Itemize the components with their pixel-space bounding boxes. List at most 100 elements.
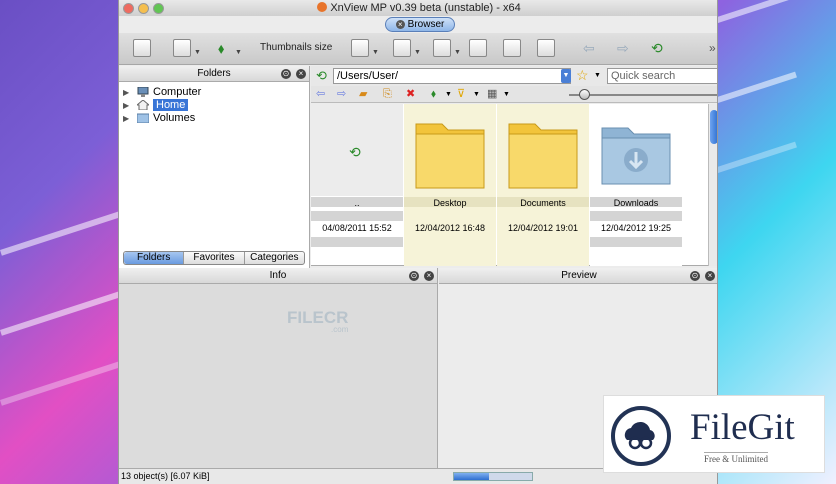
chevron-down-icon[interactable]: ▼ [454, 49, 461, 56]
filegit-watermark: FileGit Free & Unlimited [603, 395, 825, 473]
browser-tab[interactable]: × Browser [385, 17, 455, 32]
chevron-down-icon[interactable]: ▼ [445, 88, 452, 101]
fullscreen-icon[interactable] [133, 39, 151, 57]
chevron-down-icon[interactable]: ▼ [372, 49, 379, 56]
app-icon [317, 2, 328, 12]
caption-bar [311, 237, 403, 247]
caption-bar [590, 211, 682, 221]
folder-icon [415, 123, 485, 189]
sort-icon[interactable]: ⬧ [431, 88, 436, 101]
computer-icon [137, 87, 149, 97]
quick-search-input[interactable]: Quick search [607, 68, 717, 84]
address-bar: ⟲ /Users/User/ ▼ ☆ ▼ Quick search [311, 66, 717, 86]
file-item-parent[interactable]: ⟲ .. 04/08/2011 15:52 [311, 104, 403, 266]
close-tab-icon[interactable]: × [395, 20, 405, 29]
preview-pane-header: Preview ⊙ × [439, 268, 717, 284]
folders-pane-header: Folders ⊙ × [119, 66, 309, 82]
downloads-folder-icon [601, 127, 671, 185]
copy-icon[interactable]: ⎘ [383, 88, 392, 101]
forward-icon[interactable]: ⇨ [337, 88, 346, 101]
tree-icon[interactable] [433, 39, 451, 57]
close-icon[interactable]: × [705, 271, 715, 281]
filter-icon[interactable] [351, 39, 369, 57]
chevron-down-icon[interactable]: ▼ [194, 49, 201, 56]
file-item-documents[interactable]: Documents 12/04/2012 19:01 [497, 104, 589, 266]
vertical-scrollbar[interactable] [708, 104, 717, 266]
folders-pane-title: Folders [197, 68, 231, 79]
tree-item-computer[interactable]: ▶ Computer [119, 86, 309, 99]
slideshow-icon[interactable] [537, 39, 555, 57]
star-icon[interactable]: ☆ [576, 67, 589, 84]
tab-folders[interactable]: Folders [124, 252, 185, 264]
close-icon[interactable]: × [296, 69, 306, 79]
progress-fill [454, 473, 490, 480]
screen-icon[interactable] [469, 39, 487, 57]
more-icon[interactable]: » [709, 39, 716, 57]
chevron-down-icon[interactable]: ▼ [503, 88, 510, 101]
detach-icon[interactable]: ⊙ [690, 271, 700, 281]
home-icon [137, 100, 149, 110]
new-folder-icon[interactable]: ▰ [359, 88, 367, 101]
file-item-downloads[interactable]: Downloads 12/04/2012 19:25 [590, 104, 682, 266]
folders-pane-tabs: Folders Favorites Categories [123, 251, 305, 265]
chevron-right-icon[interactable]: ▶ [123, 86, 129, 99]
view-mode-icon[interactable] [173, 39, 191, 57]
zoom-window-button[interactable] [153, 3, 164, 14]
progress-bar [453, 472, 533, 481]
path-input[interactable]: /Users/User/ [333, 68, 571, 84]
info-pane-title: Info [269, 270, 287, 281]
path-dropdown-icon[interactable]: ▼ [561, 69, 571, 83]
detach-icon[interactable]: ⊙ [281, 69, 291, 79]
tab-favorites[interactable]: Favorites [184, 252, 245, 264]
filecr-watermark: FILECR .com [287, 308, 348, 334]
chevron-right-icon[interactable]: ▶ [123, 99, 129, 112]
filegit-title: FileGit [690, 407, 795, 448]
filter-icon[interactable]: ⊽ [457, 88, 465, 101]
file-item-desktop[interactable]: Desktop 12/04/2012 16:48 [404, 104, 496, 266]
scrollbar-thumb[interactable] [710, 110, 717, 144]
tab-categories[interactable]: Categories [245, 252, 304, 264]
file-date: 12/04/2012 19:25 [600, 223, 672, 233]
sort-icon[interactable]: ⬧ [218, 39, 224, 57]
thumbnail: ⟲ [311, 104, 403, 196]
go-up-icon[interactable]: ⟲ [316, 68, 327, 84]
back-icon[interactable]: ⇦ [316, 88, 325, 101]
close-window-button[interactable] [123, 3, 134, 14]
chevron-right-icon[interactable]: ▶ [123, 112, 129, 125]
folder-tree: ▶ Computer ▶ Home ▶ Volumes [119, 82, 309, 125]
minimize-window-button[interactable] [138, 3, 149, 14]
thumbnail-size-slider[interactable] [569, 94, 717, 96]
cloud-icon [624, 421, 655, 450]
tree-item-label: Computer [153, 86, 202, 98]
chevron-down-icon[interactable]: ▼ [594, 72, 601, 79]
chevron-down-icon[interactable]: ▼ [414, 49, 421, 56]
tree-item-volumes[interactable]: ▶ Volumes [119, 112, 309, 125]
chevron-down-icon[interactable]: ▼ [235, 49, 242, 56]
filegit-subtitle: Free & Unlimited [704, 452, 768, 464]
back-icon[interactable]: ⇦ [583, 39, 595, 57]
tree-item-label: Volumes [153, 112, 196, 124]
view-mode-icon[interactable]: ▦ [487, 88, 497, 101]
slider-knob[interactable] [579, 89, 590, 100]
status-text: 13 object(s) [6.07 KiB] [121, 471, 210, 481]
caption-bar [311, 211, 403, 221]
info-pane: Info ⊙ × FILECR .com [119, 268, 438, 468]
up-icon[interactable]: ⟲ [651, 39, 663, 57]
tree-item-home[interactable]: ▶ Home [119, 99, 309, 112]
thumbnails-size-button[interactable]: Thumbnails size [260, 39, 332, 57]
file-name: Desktop [433, 198, 467, 208]
delete-icon[interactable]: ✖ [406, 88, 415, 101]
preview-pane-title: Preview [561, 270, 597, 281]
forward-icon[interactable]: ⇨ [617, 39, 629, 57]
file-name: Downloads [613, 198, 659, 208]
title-bar: XnView MP v0.39 beta (unstable) - x64 [119, 0, 717, 16]
folder-icon [137, 113, 149, 123]
parent-folder-icon: ⟲ [349, 144, 361, 160]
calendar-icon[interactable] [393, 39, 411, 57]
close-icon[interactable]: × [424, 271, 434, 281]
chevron-down-icon[interactable]: ▼ [473, 88, 480, 101]
toolbar: ▼ ⬧ ▼ Thumbnails size ▼ ▼ ▼ ⇦ ⇨ ⟲ » [119, 33, 717, 65]
info-pane-header: Info ⊙ × [119, 268, 437, 284]
edit-image-icon[interactable] [503, 39, 521, 57]
detach-icon[interactable]: ⊙ [409, 271, 419, 281]
